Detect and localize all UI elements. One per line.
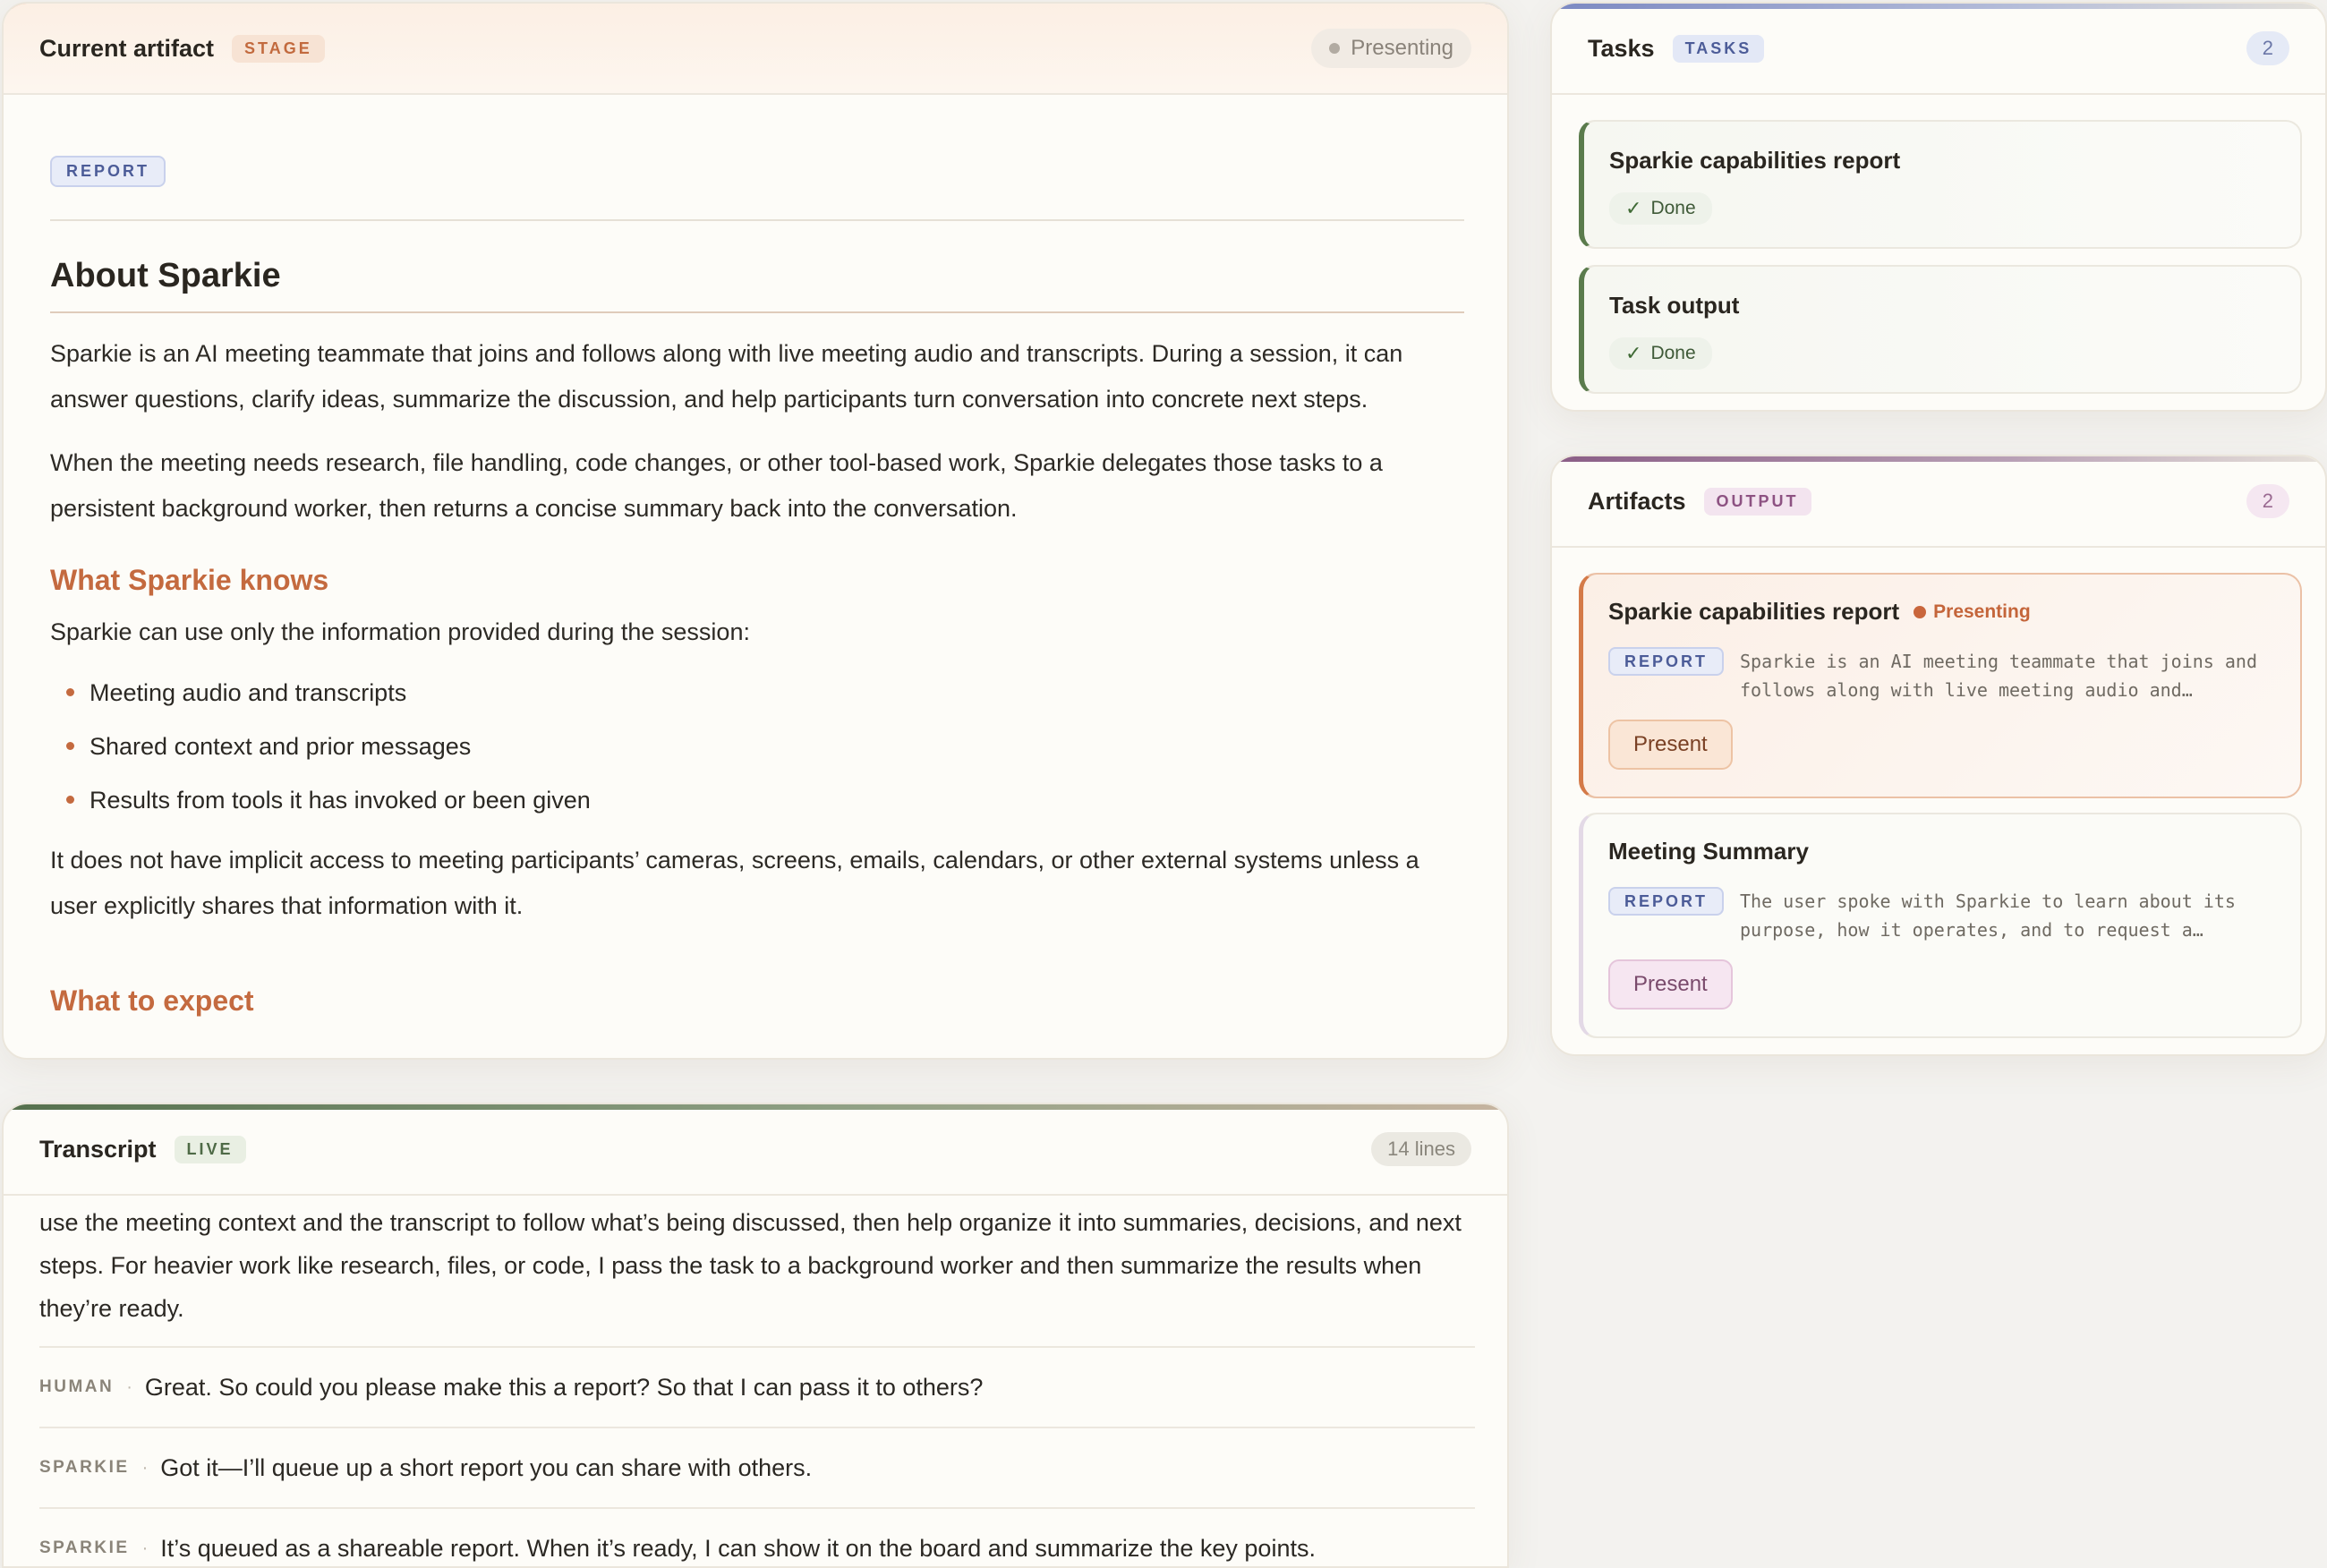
- artifact-title-row: Meeting Summary: [1608, 838, 2275, 865]
- present-button[interactable]: Present: [1608, 720, 1733, 770]
- artifact-card[interactable]: Meeting Summary REPORT The user spoke wi…: [1579, 813, 2302, 1038]
- document-paragraph: Sparkie can use only the information pro…: [50, 618, 750, 645]
- artifact-title: Meeting Summary: [1608, 838, 1809, 865]
- artifact-card[interactable]: Sparkie capabilities report Presenting R…: [1579, 573, 2302, 798]
- separator-dot: ·: [141, 1538, 149, 1558]
- presenting-dot-icon: [1914, 605, 1927, 618]
- artifact-presenting-status: Presenting: [1914, 601, 2031, 623]
- document-section-heading: What to expect: [50, 984, 254, 1017]
- task-title: Task output: [1609, 292, 1740, 319]
- bullet-dot-icon: [66, 796, 74, 804]
- document-paragraph: When the meeting needs research, file ha…: [50, 449, 1383, 522]
- report-tag: REPORT: [1608, 887, 1725, 916]
- document-paragraph: Sparkie is an AI meeting teammate that j…: [50, 340, 1403, 413]
- artifact-preview: Sparkie is an AI meeting teammate that j…: [1740, 651, 2257, 701]
- transcript-row: SPARKIE · It’s queued as a shareable rep…: [39, 1509, 1475, 1566]
- tasks-chip: TASKS: [1672, 34, 1765, 63]
- transcript-list: use the meeting context and the transcri…: [39, 1196, 1475, 1566]
- artifacts-title: Artifacts: [1588, 487, 1686, 515]
- transcript-entry-text: use the meeting context and the transcri…: [39, 1196, 1475, 1348]
- stage-chip: STAGE: [232, 34, 325, 63]
- transcript-text: It’s queued as a shareable report. When …: [160, 1534, 1316, 1562]
- tasks-header: Tasks TASKS 2: [1552, 4, 2325, 95]
- task-status-badge: ✓ Done: [1609, 337, 1712, 370]
- bullet-item: Meeting audio and transcripts: [50, 666, 1464, 720]
- tasks-count-badge: 2: [2246, 31, 2289, 65]
- transcript-row: HUMAN · Great. So could you please make …: [39, 1348, 1475, 1428]
- artifact-meta: REPORT Sparkie is an AI meeting teammate…: [1608, 647, 2275, 704]
- document-divider: [50, 219, 1464, 221]
- task-status-label: Done: [1650, 198, 1696, 218]
- bullet-item: Shared context and prior messages: [50, 720, 1464, 773]
- task-title: Sparkie capabilities report: [1609, 147, 1901, 174]
- artifact-status-label: Presenting: [1933, 601, 2031, 622]
- output-chip: OUTPUT: [1703, 487, 1811, 516]
- tasks-title: Tasks: [1588, 34, 1655, 62]
- transcript-panel[interactable]: Transcript LIVE 14 lines use the meeting…: [2, 1103, 1509, 1568]
- task-status-label: Done: [1650, 343, 1696, 363]
- artifact-title-row: Sparkie capabilities report Presenting: [1608, 598, 2275, 626]
- separator-dot: ·: [126, 1376, 132, 1397]
- line-count-pill: 14 lines: [1371, 1132, 1471, 1166]
- status-dot-icon: [1329, 43, 1341, 54]
- transcript-row: SPARKIE · Got it—I’ll queue up a short r…: [39, 1428, 1475, 1509]
- task-card[interactable]: Task output ✓ Done: [1579, 265, 2302, 394]
- transcript-header: Transcript LIVE 14 lines: [4, 1104, 1507, 1196]
- bullet-item: Results from tools it has invoked or bee…: [50, 773, 1464, 827]
- presenting-status-pill: Presenting: [1311, 29, 1471, 68]
- artifact-meta: REPORT The user spoke with Sparkie to le…: [1608, 887, 2275, 944]
- tasks-panel: Tasks TASKS 2 Sparkie capabilities repor…: [1550, 2, 2327, 412]
- artifacts-panel: Artifacts OUTPUT 2 Sparkie capabilities …: [1550, 455, 2327, 1056]
- live-chip: LIVE: [174, 1135, 246, 1163]
- presenting-status-label: Presenting: [1351, 36, 1453, 60]
- speaker-label: HUMAN: [39, 1377, 115, 1396]
- artifacts-count-badge: 2: [2246, 484, 2289, 518]
- separator-dot: ·: [141, 1457, 149, 1478]
- transcript-text: Great. So could you please make this a r…: [144, 1373, 984, 1401]
- bullet-dot-icon: [66, 742, 74, 750]
- artifact-preview: The user spoke with Sparkie to learn abo…: [1740, 891, 2236, 941]
- report-tag: REPORT: [1608, 647, 1725, 676]
- current-artifact-panel: Current artifact STAGE Presenting REPORT…: [2, 2, 1509, 1060]
- speaker-label: SPARKIE: [39, 1458, 130, 1477]
- artifact-title: Sparkie capabilities report: [1608, 598, 1900, 625]
- transcript-title: Transcript: [39, 1135, 157, 1163]
- present-button[interactable]: Present: [1608, 959, 1733, 1010]
- stage-header: Current artifact STAGE Presenting: [4, 4, 1507, 95]
- document-heading: About Sparkie: [50, 257, 1464, 313]
- report-tag: REPORT: [50, 156, 166, 187]
- document-section-heading: What Sparkie knows: [50, 564, 329, 596]
- speaker-label: SPARKIE: [39, 1538, 130, 1557]
- transcript-text: Got it—I’ll queue up a short report you …: [160, 1453, 813, 1481]
- check-icon: ✓: [1625, 197, 1642, 219]
- stage-title: Current artifact: [39, 34, 215, 62]
- artifacts-header: Artifacts OUTPUT 2: [1552, 456, 2325, 548]
- task-status-badge: ✓ Done: [1609, 192, 1712, 225]
- document-paragraph: It does not have implicit access to meet…: [50, 847, 1419, 919]
- task-card[interactable]: Sparkie capabilities report ✓ Done: [1579, 120, 2302, 249]
- report-document: REPORT About Sparkie Sparkie is an AI me…: [50, 156, 1464, 1018]
- bullet-dot-icon: [66, 688, 74, 696]
- document-bullet-list: Meeting audio and transcripts Shared con…: [50, 666, 1464, 827]
- check-icon: ✓: [1625, 342, 1642, 364]
